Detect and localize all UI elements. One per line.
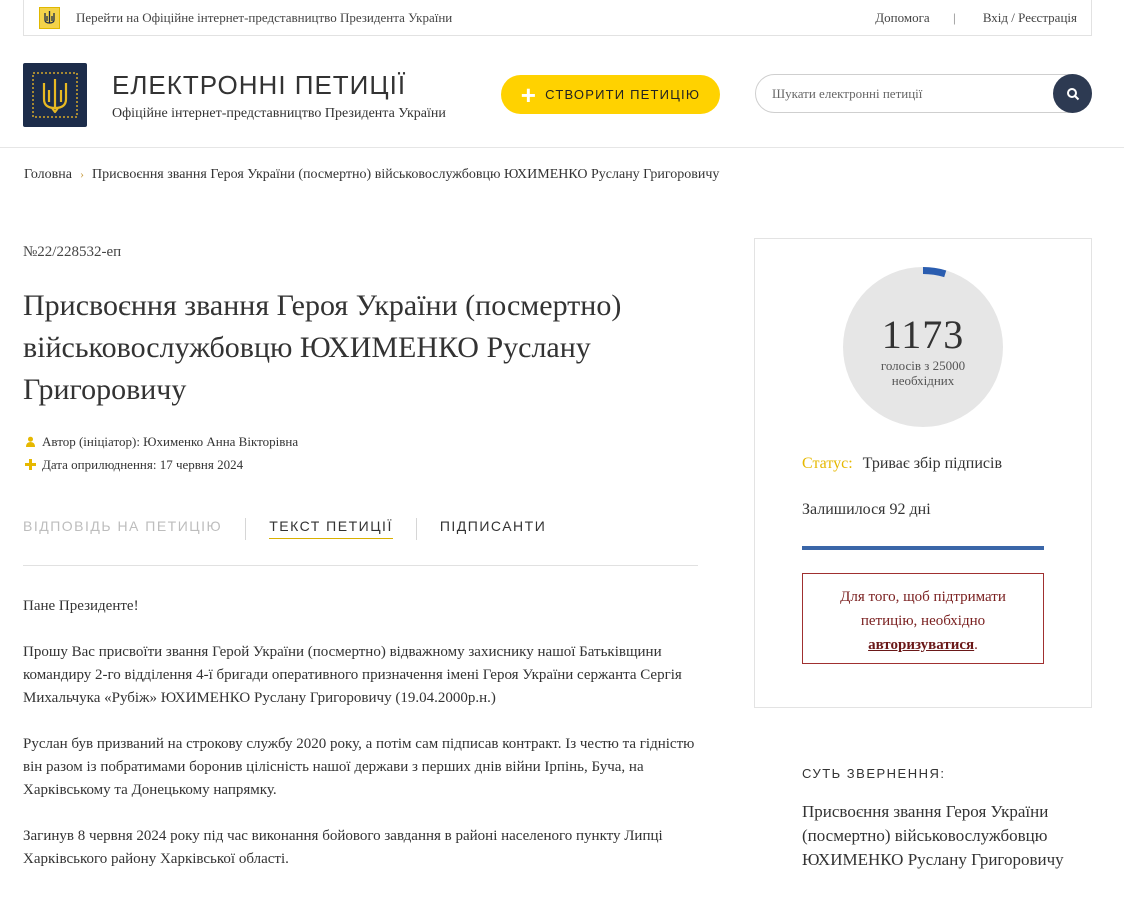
plus-icon — [24, 459, 36, 471]
votes-label: голосів з 25000 необхідних — [880, 358, 966, 388]
author-text: Автор (ініціатор): Юхименко Анна Вікторі… — [42, 433, 299, 449]
user-icon — [24, 436, 36, 448]
essence-text: Присвоєння звання Героя України (посмерт… — [802, 802, 1064, 869]
status-line: Статус: Триває збір підписів — [802, 455, 1002, 473]
trident-icon — [39, 7, 60, 29]
create-petition-button[interactable]: + СТВОРИТИ ПЕТИЦІЮ — [501, 75, 720, 114]
paragraph: Руслан був призваний на строкову службу … — [23, 736, 695, 798]
site-subtitle: Офіційне інтернет-представництво Президе… — [112, 106, 446, 121]
site-title[interactable]: ЕЛЕКТРОННІ ПЕТИЦІЇ — [112, 70, 406, 101]
tab-text[interactable]: ТЕКСТ ПЕТИЦІЇ — [269, 518, 393, 539]
tab-signers[interactable]: ПІДПИСАНТИ — [440, 518, 546, 538]
page-title: Присвоєння звання Героя України (посмерт… — [23, 289, 622, 406]
vote-counter: 1173 голосів з 25000 необхідних — [843, 267, 1003, 427]
login-link[interactable]: Вхід / Реєстрація — [983, 10, 1077, 25]
search-button[interactable] — [1053, 74, 1092, 113]
auth-text: Для того, щоб підтримати петицію, необхі… — [840, 589, 1006, 629]
petition-number: №22/228532-еп — [23, 244, 122, 260]
logo[interactable] — [23, 63, 87, 127]
search-icon — [1066, 87, 1079, 100]
time-progress-bar — [802, 546, 1044, 550]
paragraph: Пане Президенте! — [23, 598, 139, 614]
auth-notice: Для того, щоб підтримати петицію, необхі… — [802, 573, 1044, 664]
top-bar: Перейти на Офіційне інтернет-представниц… — [23, 0, 1092, 36]
petition-sidebar: 1173 голосів з 25000 необхідних Статус: Т… — [754, 238, 1092, 708]
progress-fill — [802, 546, 1044, 550]
paragraph: Загинув 8 червня 2024 року під час викон… — [23, 828, 663, 867]
search-box — [755, 74, 1092, 113]
plus-icon: + — [520, 79, 538, 110]
auth-end: . — [974, 637, 978, 653]
tab-answer[interactable]: ВІДПОВІДЬ НА ПЕТИЦІЮ — [23, 518, 222, 538]
create-petition-label: СТВОРИТИ ПЕТИЦІЮ — [545, 87, 701, 102]
chevron-right-icon: › — [79, 167, 84, 181]
divider — [245, 518, 247, 540]
essence-heading: СУТЬ ЗВЕРНЕННЯ: — [802, 766, 946, 781]
site-header: ЕЛЕКТРОННІ ПЕТИЦІЇ Офіційне інтернет-пре… — [0, 36, 1124, 148]
breadcrumb-home[interactable]: Головна — [24, 167, 72, 182]
president-site-link[interactable]: Перейти на Офіційне інтернет-представниц… — [76, 10, 452, 26]
votes-count: 1173 — [881, 312, 965, 357]
petition-text: Пане Президенте! Прошу Вас присвоїти зва… — [23, 595, 703, 894]
publish-date-text: Дата оприлюднення: 17 червня 2024 — [42, 456, 244, 472]
paragraph: Прошу Вас присвоїти звання Герой України… — [23, 644, 682, 706]
divider: | — [952, 10, 956, 25]
petition-tabs: ВІДПОВІДЬ НА ПЕТИЦІЮ ТЕКСТ ПЕТИЦІЇ ПІДПИ… — [23, 518, 698, 566]
petition-meta: Автор (ініціатор): Юхименко Анна Вікторі… — [24, 430, 298, 476]
breadcrumb-current: Присвоєння звання Героя України (посмерт… — [91, 167, 720, 182]
status-value: Триває збір підписів — [862, 455, 1002, 472]
status-label: Статус: — [802, 455, 853, 472]
days-remaining: Залишилося 92 дні — [802, 501, 931, 518]
auth-link[interactable]: авторизуватися — [868, 637, 974, 653]
coat-of-arms-icon — [32, 72, 78, 118]
breadcrumb: Головна › Присвоєння звання Героя України … — [24, 167, 719, 183]
search-input[interactable] — [772, 84, 1042, 104]
help-link[interactable]: Допомога — [875, 10, 929, 25]
divider — [415, 518, 417, 540]
